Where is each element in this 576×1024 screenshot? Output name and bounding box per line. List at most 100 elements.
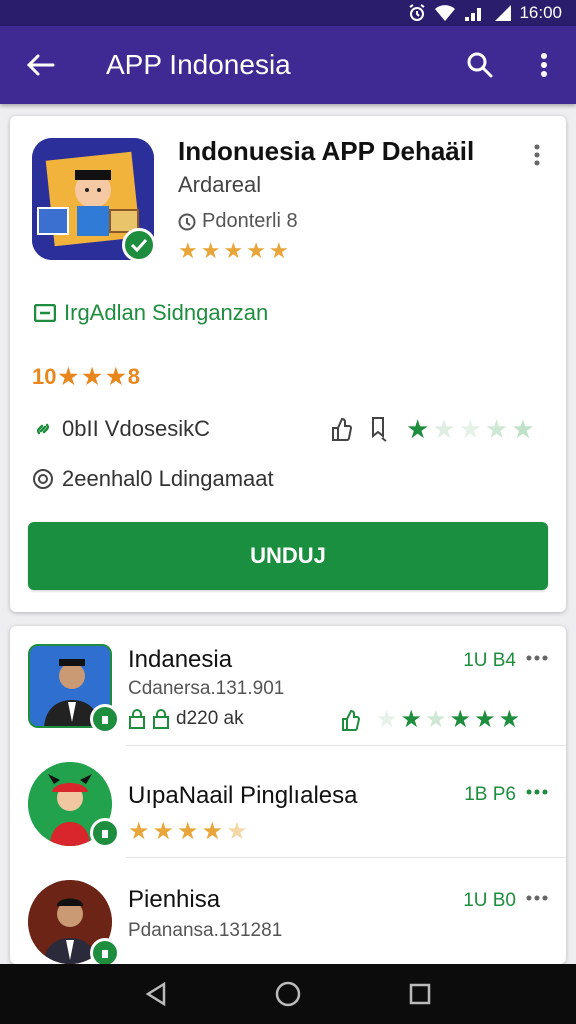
list-item-subtitle: Pdanansa.131281 <box>128 920 283 941</box>
more-horiz-icon <box>526 895 548 901</box>
app-title: Indonuesia APP Dehaäil <box>178 136 475 166</box>
list-item-title: Indanesia <box>128 646 233 673</box>
star-icon: ★ <box>152 818 175 845</box>
star-icon: ★ <box>58 364 79 389</box>
star-icon[interactable]: ★ <box>511 416 534 442</box>
more-horiz-icon <box>526 789 548 795</box>
star-icon: ★ <box>226 818 248 845</box>
app-rating-stars: ★ ★ ★ ★ ★ <box>178 240 289 262</box>
star-icon: ★ <box>223 238 244 263</box>
card-more-button[interactable] <box>522 140 552 170</box>
star-icon[interactable]: ★ <box>432 416 455 442</box>
list-item-stars: ★ ★ ★ ★ ★ ★ <box>376 708 520 732</box>
verified-badge-icon <box>90 818 120 848</box>
rating-right-text: 8 <box>127 364 140 389</box>
star-icon[interactable]: ★ <box>485 416 508 442</box>
page-title: APP Indonesia <box>106 49 291 80</box>
signal-icon-2 <box>492 4 512 22</box>
install-info-label: IrgAdlan Sidnganzan <box>64 300 269 325</box>
alarm-icon <box>407 3 427 23</box>
list-item-subtitle: Cdanersa.131.901 <box>128 678 285 699</box>
link-icon <box>37 423 49 435</box>
star-icon: ★ <box>105 364 126 389</box>
star-icon: ★ <box>246 238 266 263</box>
signal-icon <box>463 4 485 22</box>
more-vert-icon <box>534 144 540 166</box>
wifi-icon <box>434 4 456 22</box>
star-icon: ★ <box>425 706 447 733</box>
overflow-menu-button[interactable] <box>524 45 564 85</box>
list-item-stars: ★ ★ ★ ★ ★ <box>128 820 248 844</box>
nav-back-button[interactable] <box>136 974 176 1014</box>
bookmark-icon[interactable] <box>370 416 388 442</box>
install-button[interactable]: UNDUJ <box>28 522 548 590</box>
list-item-meta: d220 ak <box>128 708 244 730</box>
list-item-title: Pienhisa <box>128 886 221 913</box>
star-icon: ★ <box>178 238 198 263</box>
search-icon <box>467 52 493 78</box>
list-item-size: 1U B4 <box>463 650 516 671</box>
nav-home-button[interactable] <box>268 974 308 1014</box>
list-item-more-button[interactable] <box>522 888 552 908</box>
developer-link-row[interactable]: 0bII VdosesikC <box>32 416 210 442</box>
list-item[interactable]: Indanesia Cdanersa.131.901 1U B4 d220 ak… <box>10 626 566 746</box>
star-icon: ★ <box>177 818 199 845</box>
nav-recents-button[interactable] <box>400 974 440 1014</box>
nav-recents-icon <box>409 983 431 1005</box>
privacy-text: 2eenhal0 Ldingamaat <box>62 466 274 491</box>
star-icon: ★ <box>498 706 521 733</box>
app-bar: APP Indonesia <box>0 26 576 104</box>
star-icon: ★ <box>201 818 224 845</box>
list-item[interactable]: UıpaNaail Pinglıalesa 1B P6 ★ ★ ★ ★ ★ <box>10 746 566 858</box>
list-item-more-button[interactable] <box>522 648 552 668</box>
arrow-back-icon <box>26 54 55 76</box>
list-item[interactable]: Pienhisa Pdanansa.131281 1U B0 <box>10 858 566 964</box>
star-icon: ★ <box>449 706 472 733</box>
star-icon: ★ <box>400 706 423 733</box>
app-detail-card: Indonuesia APP Dehaäil Ardareal Pdonterl… <box>10 116 566 612</box>
list-item-size: 1B P6 <box>464 784 516 805</box>
verified-badge-icon <box>122 228 156 262</box>
list-item-title: UıpaNaail Pinglıalesa <box>128 782 358 809</box>
thumbs-up-icon[interactable] <box>330 416 352 442</box>
related-apps-card: Indanesia Cdanersa.131.901 1U B4 d220 ak… <box>10 626 566 964</box>
verified-badge-icon <box>90 704 120 734</box>
list-item-meta-text: d220 ak <box>176 708 244 729</box>
install-info-row[interactable]: IrgAdlan Sidnganzan <box>34 300 268 326</box>
rating-left-text: 10 <box>32 364 57 389</box>
lock-icon <box>153 709 169 729</box>
back-button[interactable] <box>20 45 60 85</box>
star-icon: ★ <box>82 364 102 389</box>
list-item-more-button[interactable] <box>522 782 552 802</box>
privacy-row[interactable]: 2eenhal0 Ldingamaat <box>32 466 274 492</box>
downloads-text: Pdonterli 8 <box>202 210 298 232</box>
star-icon: ★ <box>268 238 289 263</box>
developer-name[interactable]: Ardareal <box>178 172 261 198</box>
developer-link-text: 0bII VdosesikC <box>62 416 210 441</box>
status-time: 16:00 <box>519 3 562 22</box>
star-icon: ★ <box>376 706 398 733</box>
more-vert-icon <box>541 53 547 77</box>
list-item-size: 1U B0 <box>463 890 516 911</box>
nav-back-icon <box>145 981 166 1007</box>
star-icon: ★ <box>128 818 150 845</box>
more-horiz-icon <box>526 655 548 661</box>
status-bar: 16:00 <box>0 0 576 26</box>
star-icon: ★ <box>200 238 221 263</box>
downloads-row: Pdonterli 8 <box>178 210 298 233</box>
verified-badge-icon <box>90 938 120 964</box>
lock-icon <box>129 709 145 729</box>
feedback-row: ★ ★ ★ ★ ★ <box>330 416 535 442</box>
list-item-rating-row: ★ ★ ★ ★ ★ ★ <box>340 708 520 732</box>
star-icon[interactable]: ★ <box>459 416 482 442</box>
user-rating-stars[interactable]: ★ ★ ★ ★ ★ <box>406 416 535 442</box>
install-icon <box>34 304 56 322</box>
star-icon[interactable]: ★ <box>406 416 429 442</box>
nav-home-icon <box>275 981 301 1007</box>
star-icon: ★ <box>474 706 496 733</box>
search-button[interactable] <box>460 45 500 85</box>
system-nav-bar <box>0 964 576 1024</box>
privacy-icon <box>33 469 53 489</box>
info-icon <box>178 213 196 230</box>
thumbs-up-icon[interactable] <box>340 708 360 732</box>
